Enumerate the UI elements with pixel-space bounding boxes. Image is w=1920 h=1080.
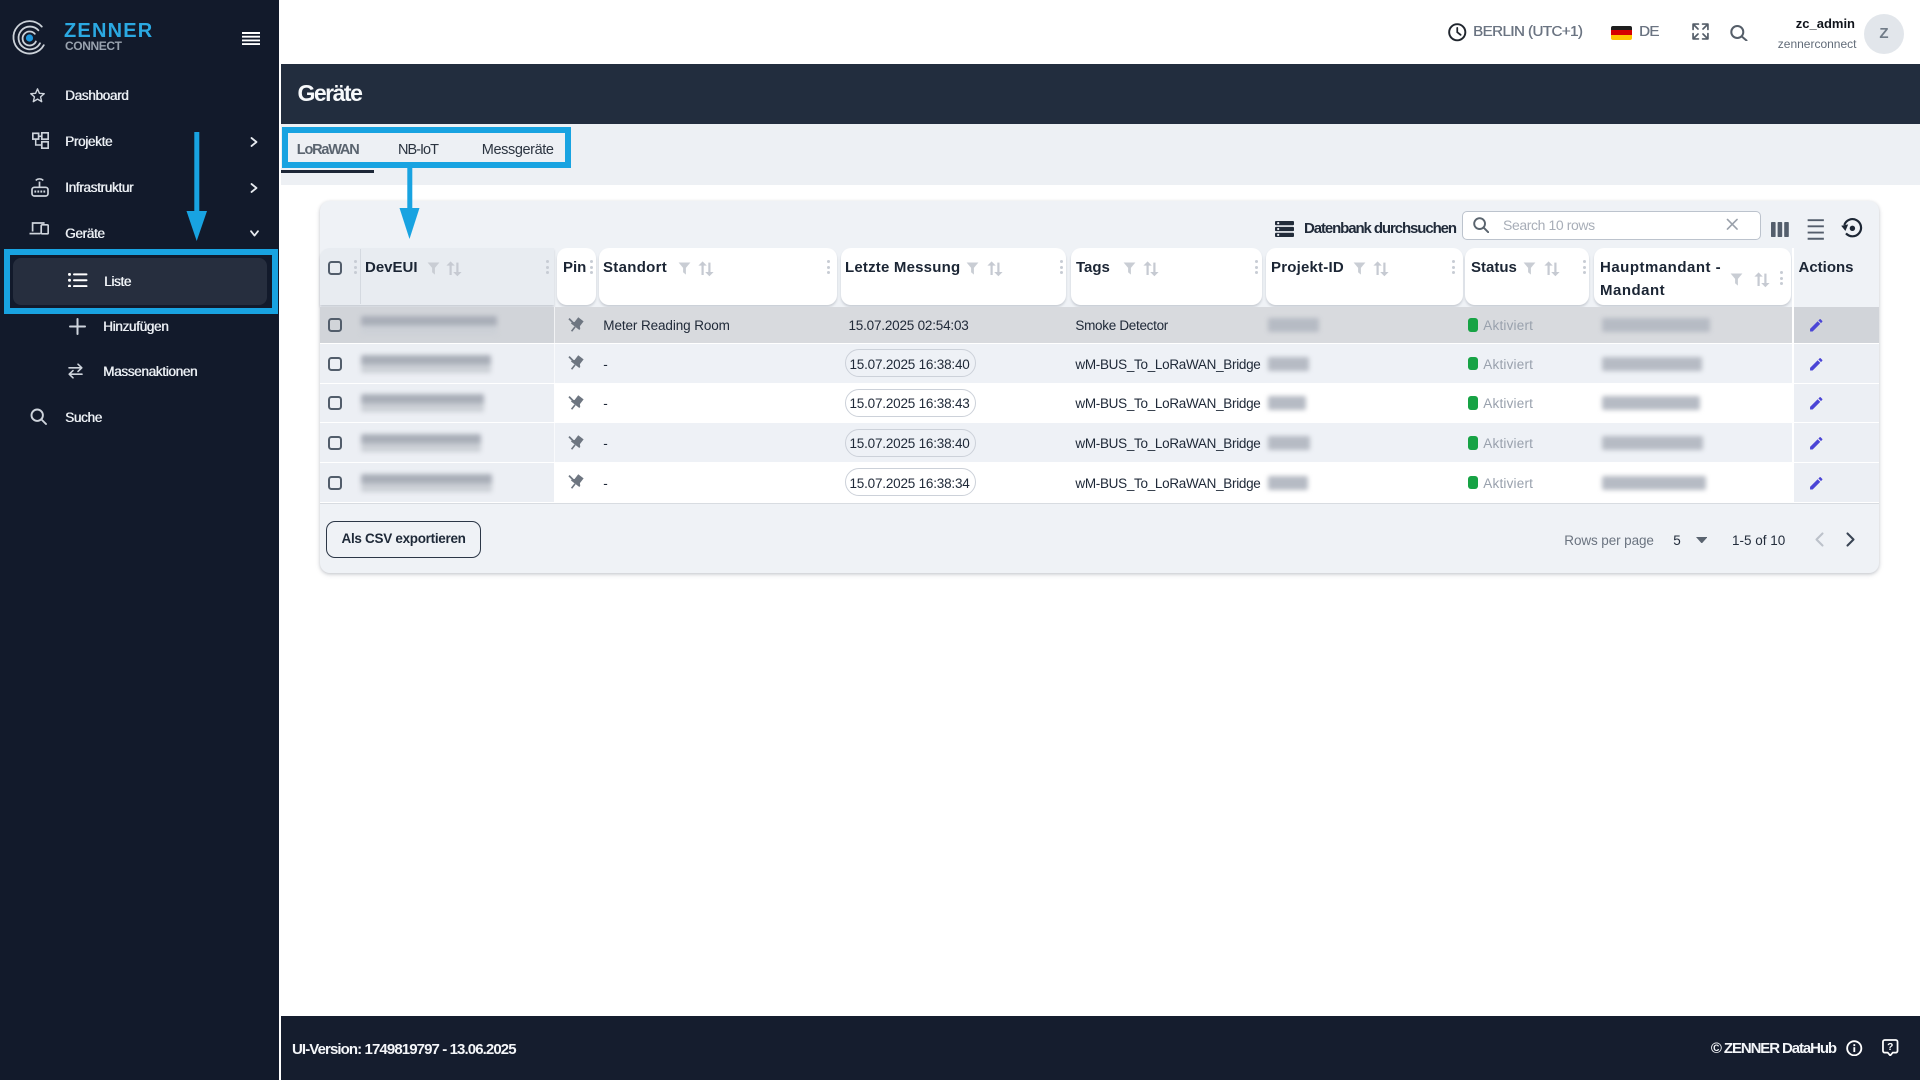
svg-text:?: ? <box>1887 1042 1893 1053</box>
